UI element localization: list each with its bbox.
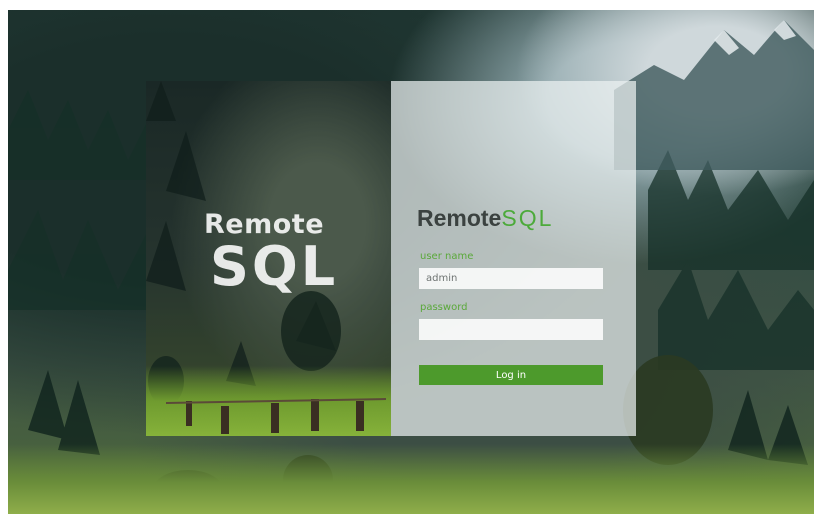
mountain-peak [614,20,814,170]
login-card: RemoteSQL user name password Log in [391,81,636,436]
password-label: password [420,302,468,313]
brand-logo-sql: SQL [501,205,554,231]
login-button[interactable]: Log in [419,365,603,385]
hero-title-sql: SQL [210,235,339,298]
password-input[interactable] [419,319,603,340]
meadow [8,444,814,514]
username-label: user name [420,251,474,262]
brand-logo: RemoteSQL [417,205,553,232]
hero-panel: Remote SQL [146,81,391,436]
username-input[interactable] [419,268,603,289]
brand-logo-remote: Remote [417,205,502,231]
